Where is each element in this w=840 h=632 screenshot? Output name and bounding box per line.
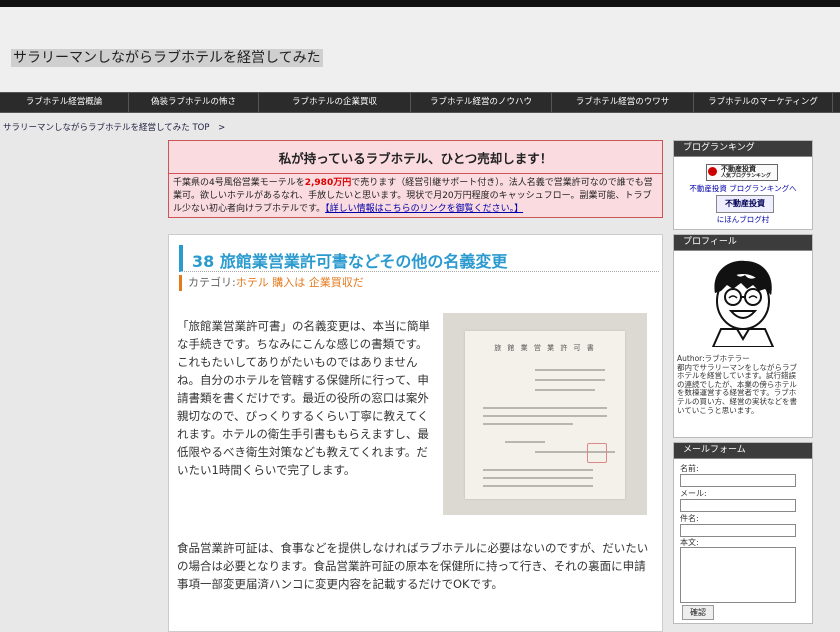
article-category: カテゴリ:ホテル 購入は 企業買収だ [179, 275, 364, 291]
article-paragraph-1: 「旅館業営業許可書」の名義変更は、本当に簡単な手続きです。ちなみにこんな感じの書… [177, 319, 430, 477]
email-label: メール: [680, 489, 707, 498]
nihon-blog-banner[interactable]: 不動産投資 [716, 195, 774, 213]
license-document-title: 旅 館 業 営 業 許 可 書 [494, 344, 596, 352]
ranking-banner[interactable]: 不動産投資 人気ブログランキング [706, 164, 778, 181]
author-avatar-icon [711, 260, 775, 347]
nav-item-knowhow[interactable]: ラブホテル経営のノウハウ [411, 93, 552, 112]
stamp-icon [587, 443, 607, 463]
ranking-heading: ブログランキング [674, 141, 812, 157]
ranking-link[interactable]: 不動産投資 ブログランキングへ [683, 183, 803, 194]
article: 38 旅館業営業許可書などその他の名義変更 カテゴリ:ホテル 購入は 企業買収だ… [168, 234, 663, 632]
license-photo: 旅 館 業 営 業 許 可 書 [443, 313, 647, 515]
article-title-block: 38 旅館業営業許可書などその他の名義変更 [179, 245, 659, 272]
site-title[interactable]: サラリーマンしながらラブホテルを経営してみた [11, 49, 323, 67]
notice-body: 千葉県の4号風俗営業モーテルを2,980万円で売ります（経営引継サポート付き）。… [169, 174, 662, 219]
body-textarea[interactable] [680, 547, 796, 603]
article-paragraph-2: 食品営業許可証は、食事などを提供しなければラブホテルに必要はないのですが、だいた… [177, 541, 649, 591]
profile-widget: プロフィール Author:ラブホテラー 都内でサラリーマンをしながらラブホテル… [673, 234, 813, 438]
nav-item-fake-hotel[interactable]: 偽装ラブホテルの怖さ [129, 93, 259, 112]
notice-title: 私が持っているラブホテル、ひとつ売却します！ [278, 151, 553, 166]
global-nav: ラブホテル経営概論 偽装ラブホテルの怖さ ラブホテルの企業買収 ラブホテル経営の… [0, 92, 840, 113]
sale-notice: 私が持っているラブホテル、ひとつ売却します！ 千葉県の4号風俗営業モーテルを2,… [168, 140, 663, 218]
nav-item-acquisition[interactable]: ラブホテルの企業買収 [259, 93, 411, 112]
nav-item-overview[interactable]: ラブホテル経営概論 [0, 93, 129, 112]
name-label: 名前: [680, 464, 699, 473]
ranking-logo-icon [708, 167, 717, 176]
nihon-blog-link[interactable]: にほんブログ村 [683, 214, 803, 225]
mailform-heading: メールフォーム [674, 443, 812, 459]
category-link[interactable]: ホテル 購入は 企業買収だ [236, 276, 364, 289]
breadcrumb: サラリーマンしながらラブホテルを経営してみた TOP > [3, 121, 225, 133]
profile-heading: プロフィール [674, 235, 812, 251]
top-bar [0, 0, 840, 7]
notice-price: 2,980万円 [304, 178, 352, 188]
name-input[interactable] [680, 474, 796, 487]
site-header: サラリーマンしながらラブホテルを経営してみた [0, 7, 840, 92]
subject-label: 件名: [680, 514, 699, 523]
mailform-widget: メールフォーム 名前: メール: 件名: 本文: 確認 [673, 442, 813, 624]
subject-input[interactable] [680, 524, 796, 537]
ranking-banner-line1: 不動産投資 [721, 165, 756, 173]
nav-item-rumors[interactable]: ラブホテル経営のウワサ [552, 93, 694, 112]
nav-item-marketing[interactable]: ラブホテルのマーケティング [694, 93, 833, 112]
notice-details-link[interactable]: 【詳しい情報はこちらのリンクを御覧ください。】 [325, 204, 523, 214]
sidebar: ブログランキング 不動産投資 人気ブログランキング 不動産投資 ブログランキング… [673, 138, 813, 630]
main-column: 私が持っているラブホテル、ひとつ売却します！ 千葉県の4号風俗営業モーテルを2,… [165, 138, 667, 632]
article-title[interactable]: 38 旅館業営業許可書などその他の名義変更 [192, 248, 507, 272]
category-label: カテゴリ: [188, 276, 236, 289]
email-input[interactable] [680, 499, 796, 512]
confirm-button[interactable]: 確認 [682, 605, 714, 620]
ranking-banner-line2: 人気ブログランキング [721, 173, 771, 179]
breadcrumb-home-link[interactable]: サラリーマンしながらラブホテルを経営してみた TOP [3, 123, 209, 133]
notice-text-pre: 千葉県の4号風俗営業モーテルを [173, 178, 305, 188]
ranking-widget: ブログランキング 不動産投資 人気ブログランキング 不動産投資 ブログランキング… [673, 140, 813, 230]
profile-text: Author:ラブホテラー 都内でサラリーマンをしながらラブホテルを経営していま… [677, 354, 797, 415]
breadcrumb-separator: > [218, 123, 226, 133]
license-document-image: 旅 館 業 営 業 許 可 書 [465, 331, 625, 499]
